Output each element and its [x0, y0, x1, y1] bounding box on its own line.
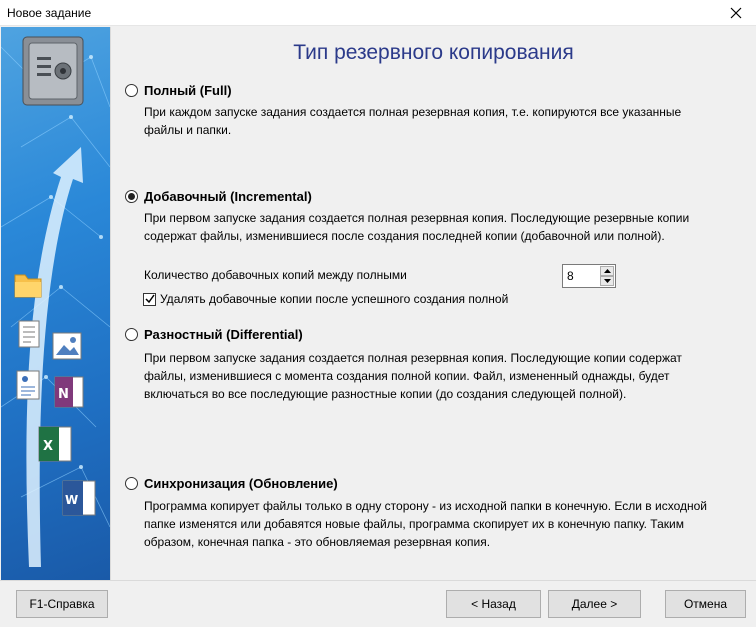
- radio-full-button[interactable]: [125, 84, 138, 97]
- desc-differential-line: При первом запуске задания создается пол…: [144, 351, 682, 365]
- content-area: Тип резервного копирования Полный (Full)…: [111, 27, 756, 580]
- help-button[interactable]: F1-Справка: [16, 590, 108, 618]
- desc-sync-line: папке изменятся или добавятся новые файл…: [144, 517, 684, 531]
- desc-sync: Программа копирует файлы только в одну с…: [144, 497, 744, 551]
- back-button[interactable]: < Назад: [446, 590, 541, 618]
- delete-incremental-checkbox[interactable]: [143, 292, 156, 306]
- desc-differential: При первом запуске задания создается пол…: [144, 349, 744, 403]
- close-icon: [730, 7, 742, 19]
- excel-icon: X: [38, 426, 72, 462]
- radio-differential-label: Разностный (Differential): [144, 327, 303, 342]
- next-button[interactable]: Далее >: [548, 590, 641, 618]
- safe-icon: [22, 36, 84, 106]
- desc-incremental-line: При первом запуске задания создается пол…: [144, 211, 690, 225]
- triangle-down-icon: [603, 279, 611, 283]
- desc-full: При каждом запуске задания создается пол…: [144, 103, 744, 139]
- option-sync: Синхронизация (Обновление): [125, 476, 338, 491]
- contacts-icon: [16, 370, 40, 400]
- option-incremental: Добавочный (Incremental): [125, 189, 312, 204]
- onenote-icon: N: [54, 376, 84, 408]
- cancel-button[interactable]: Отмена: [665, 590, 746, 618]
- stepper-down-button[interactable]: [600, 276, 614, 286]
- desc-differential-line: включаться во все последующие разностные…: [144, 387, 627, 401]
- radio-sync-button[interactable]: [125, 477, 138, 490]
- triangle-up-icon: [603, 269, 611, 273]
- page-title: Тип резервного копирования: [293, 41, 574, 64]
- document-icon: [18, 320, 40, 348]
- desc-differential-line: файлы, изменившиеся с момента создания п…: [144, 369, 670, 383]
- radio-sync[interactable]: Синхронизация (Обновление): [125, 476, 338, 491]
- option-full: Полный (Full): [125, 83, 232, 98]
- image-icon: [52, 332, 82, 360]
- delete-incremental-checkbox-row[interactable]: Удалять добавочные копии после успешного…: [143, 292, 508, 306]
- radio-incremental-button[interactable]: [125, 190, 138, 203]
- radio-incremental-label: Добавочный (Incremental): [144, 189, 312, 204]
- delete-incremental-label: Удалять добавочные копии после успешного…: [160, 292, 509, 306]
- folder-icon: [14, 274, 42, 298]
- count-value[interactable]: 8: [567, 269, 574, 283]
- desc-sync-line: Программа копирует файлы только в одну с…: [144, 499, 707, 513]
- desc-full-line: файлы и папки.: [144, 123, 232, 137]
- option-differential: Разностный (Differential): [125, 327, 303, 342]
- desc-incremental-line: содержат файлы, изменившиеся после созда…: [144, 229, 665, 243]
- svg-text:W: W: [65, 493, 78, 507]
- close-button[interactable]: [716, 0, 756, 26]
- svg-text:N: N: [58, 387, 69, 402]
- checkmark-icon: [144, 294, 155, 304]
- desc-incremental: При первом запуске задания создается пол…: [144, 209, 744, 245]
- radio-sync-label: Синхронизация (Обновление): [144, 476, 338, 491]
- svg-text:X: X: [43, 439, 53, 454]
- radio-differential-button[interactable]: [125, 328, 138, 341]
- radio-incremental[interactable]: Добавочный (Incremental): [125, 189, 312, 204]
- stepper-up-button[interactable]: [600, 266, 614, 276]
- count-label: Количество добавочных копий между полным…: [144, 268, 407, 282]
- word-icon: W: [62, 480, 96, 516]
- sidebar-illustration: N X W: [1, 27, 110, 580]
- count-stepper[interactable]: 8: [562, 264, 616, 288]
- window-title: Новое задание: [7, 6, 92, 20]
- dialog-window: Новое задание N X W Тип резервного копир…: [0, 0, 756, 627]
- radio-full[interactable]: Полный (Full): [125, 83, 232, 98]
- sidebar-art: N X W: [1, 36, 110, 567]
- footer-separator: [0, 580, 756, 581]
- radio-full-label: Полный (Full): [144, 83, 232, 98]
- radio-differential[interactable]: Разностный (Differential): [125, 327, 303, 342]
- title-bar: Новое задание: [0, 0, 756, 26]
- desc-sync-line: образом, конечная папка - это обновляема…: [144, 535, 491, 549]
- stepper-arrows: [600, 266, 614, 286]
- desc-full-line: При каждом запуске задания создается пол…: [144, 105, 682, 119]
